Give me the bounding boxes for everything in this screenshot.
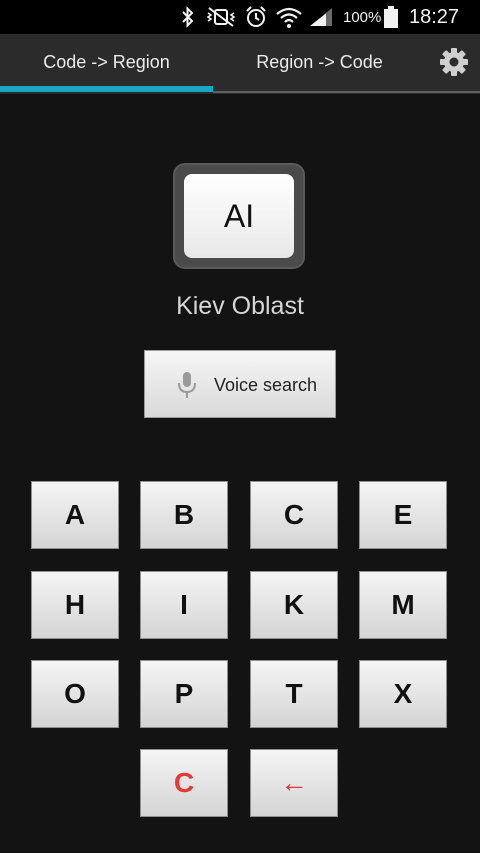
settings-button[interactable] [434,42,474,82]
voice-search-button[interactable]: Voice search [144,350,336,418]
key-c[interactable]: C [250,481,338,549]
bluetooth-icon [180,0,196,34]
status-bar: 100% 18:27 [0,0,480,34]
key-o[interactable]: O [31,660,119,728]
battery-percent: 100% [343,8,382,26]
tab-code-to-region[interactable]: Code -> Region [0,34,213,90]
alarm-icon [244,0,268,34]
wifi-icon [275,0,303,34]
code-value: AI [184,174,294,258]
code-display: AI [173,163,305,269]
tab-bar: Code -> Region Region -> Code [0,34,480,94]
gear-icon [440,48,468,76]
key-i[interactable]: I [140,571,228,639]
key-h[interactable]: H [31,571,119,639]
key-b[interactable]: B [140,481,228,549]
tab-indicator [0,86,213,92]
key-a[interactable]: A [31,481,119,549]
vibrate-mute-icon [205,0,237,34]
clock: 18:27 [409,5,460,28]
backspace-button[interactable]: ← [250,749,338,817]
key-m[interactable]: M [359,571,447,639]
key-x[interactable]: X [359,660,447,728]
region-name: Kiev Oblast [176,292,304,320]
voice-search-label: Voice search [214,375,318,395]
key-e[interactable]: E [359,481,447,549]
tab-region-to-code[interactable]: Region -> Code [213,34,426,90]
key-k[interactable]: K [250,571,338,639]
signal-icon [308,0,334,34]
clear-button[interactable]: C [140,749,228,817]
battery-icon [383,0,399,34]
microphone-icon [175,371,199,404]
key-p[interactable]: P [140,660,228,728]
tab-divider [213,91,480,93]
key-t[interactable]: T [250,660,338,728]
